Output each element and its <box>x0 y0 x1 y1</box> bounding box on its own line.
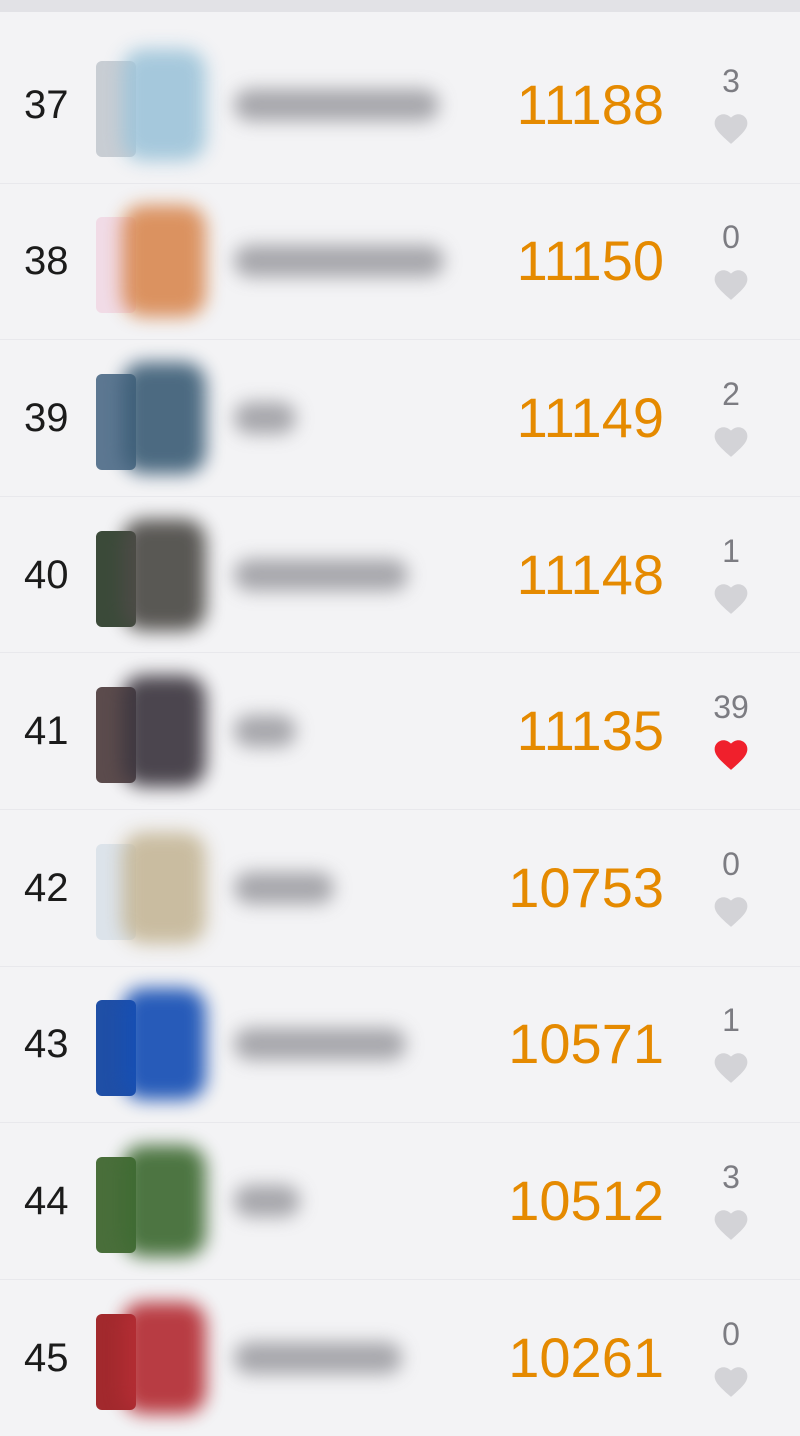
score-value: 10512 <box>508 1168 664 1232</box>
username-blurred[interactable] <box>234 88 439 121</box>
score-value: 11188 <box>516 72 664 136</box>
avatar[interactable] <box>96 988 208 1101</box>
heart-icon[interactable] <box>711 1205 751 1241</box>
score-value: 10261 <box>508 1326 664 1390</box>
username-blurred[interactable] <box>234 1342 402 1375</box>
like-count: 3 <box>722 1158 740 1195</box>
top-edge-strip <box>0 0 800 12</box>
rank-number: 37 <box>24 82 69 127</box>
rank-number: 39 <box>24 395 69 440</box>
leaderboard-row[interactable]: 38 11150 0 <box>0 184 800 341</box>
username-blurred[interactable] <box>234 401 296 434</box>
like-count: 2 <box>722 375 740 412</box>
score-value: 10571 <box>508 1012 664 1076</box>
avatar[interactable] <box>96 48 208 161</box>
avatar-blurred-photo <box>122 205 206 318</box>
username-blurred[interactable] <box>234 558 408 591</box>
rank-number: 44 <box>24 1178 69 1223</box>
heart-icon[interactable] <box>711 892 751 928</box>
avatar[interactable] <box>96 1302 208 1415</box>
heart-icon[interactable] <box>711 1048 751 1084</box>
avatar-blurred-photo <box>122 518 206 631</box>
rank-number: 40 <box>24 552 69 597</box>
username-blurred[interactable] <box>234 1028 406 1061</box>
rank-number: 38 <box>24 239 69 284</box>
like-count: 0 <box>722 845 740 882</box>
heart-icon[interactable] <box>711 579 751 615</box>
heart-icon[interactable] <box>711 422 751 458</box>
username-blurred[interactable] <box>234 245 444 278</box>
like-control[interactable]: 1 <box>700 1004 762 1084</box>
avatar-blurred-photo <box>122 988 206 1101</box>
avatar[interactable] <box>96 831 208 944</box>
like-count: 1 <box>722 1002 740 1039</box>
avatar[interactable] <box>96 1144 208 1257</box>
like-count: 3 <box>722 62 740 99</box>
avatar[interactable] <box>96 675 208 788</box>
avatar-blurred-photo <box>122 831 206 944</box>
score-value: 11148 <box>516 542 664 606</box>
avatar-blurred-photo <box>122 361 206 474</box>
avatar[interactable] <box>96 205 208 318</box>
score-value: 10753 <box>508 855 664 919</box>
rank-number: 41 <box>24 709 69 754</box>
like-count: 39 <box>713 689 749 726</box>
avatar-blurred-photo <box>122 675 206 788</box>
like-control[interactable]: 0 <box>700 1318 762 1398</box>
avatar[interactable] <box>96 518 208 631</box>
like-control[interactable]: 1 <box>700 535 762 615</box>
rank-number: 45 <box>24 1336 69 1381</box>
leaderboard-row[interactable]: 37 11188 3 <box>0 27 800 184</box>
like-control[interactable]: 0 <box>700 848 762 928</box>
score-value: 11150 <box>516 229 664 293</box>
avatar-blurred-photo <box>122 1302 206 1415</box>
like-control[interactable]: 3 <box>700 65 762 145</box>
like-control[interactable]: 0 <box>700 221 762 301</box>
rank-number: 43 <box>24 1022 69 1067</box>
leaderboard-row[interactable]: 39 11149 2 <box>0 340 800 497</box>
leaderboard-row[interactable]: 41 11135 39 <box>0 653 800 810</box>
heart-icon[interactable] <box>711 109 751 145</box>
rank-number: 42 <box>24 865 69 910</box>
username-blurred[interactable] <box>234 1184 300 1217</box>
leaderboard-list: 37 11188 3 38 11150 0 39 11149 2 40 1114… <box>0 27 800 1436</box>
avatar[interactable] <box>96 361 208 474</box>
avatar-blurred-photo <box>122 48 206 161</box>
like-control[interactable]: 3 <box>700 1161 762 1241</box>
leaderboard-row[interactable]: 40 11148 1 <box>0 497 800 654</box>
leaderboard-row[interactable]: 42 10753 0 <box>0 810 800 967</box>
leaderboard-row[interactable]: 45 10261 0 <box>0 1280 800 1436</box>
heart-icon[interactable] <box>711 1362 751 1398</box>
heart-icon[interactable] <box>711 735 751 771</box>
score-value: 11149 <box>516 385 664 449</box>
score-value: 11135 <box>516 699 664 763</box>
avatar-blurred-photo <box>122 1144 206 1257</box>
heart-icon[interactable] <box>711 265 751 301</box>
leaderboard-row[interactable]: 44 10512 3 <box>0 1123 800 1280</box>
like-count: 1 <box>722 532 740 569</box>
username-blurred[interactable] <box>234 871 334 904</box>
like-control[interactable]: 2 <box>700 378 762 458</box>
like-count: 0 <box>722 1316 740 1353</box>
leaderboard-row[interactable]: 43 10571 1 <box>0 967 800 1124</box>
like-control[interactable]: 39 <box>700 691 762 771</box>
username-blurred[interactable] <box>234 715 296 748</box>
like-count: 0 <box>722 219 740 256</box>
